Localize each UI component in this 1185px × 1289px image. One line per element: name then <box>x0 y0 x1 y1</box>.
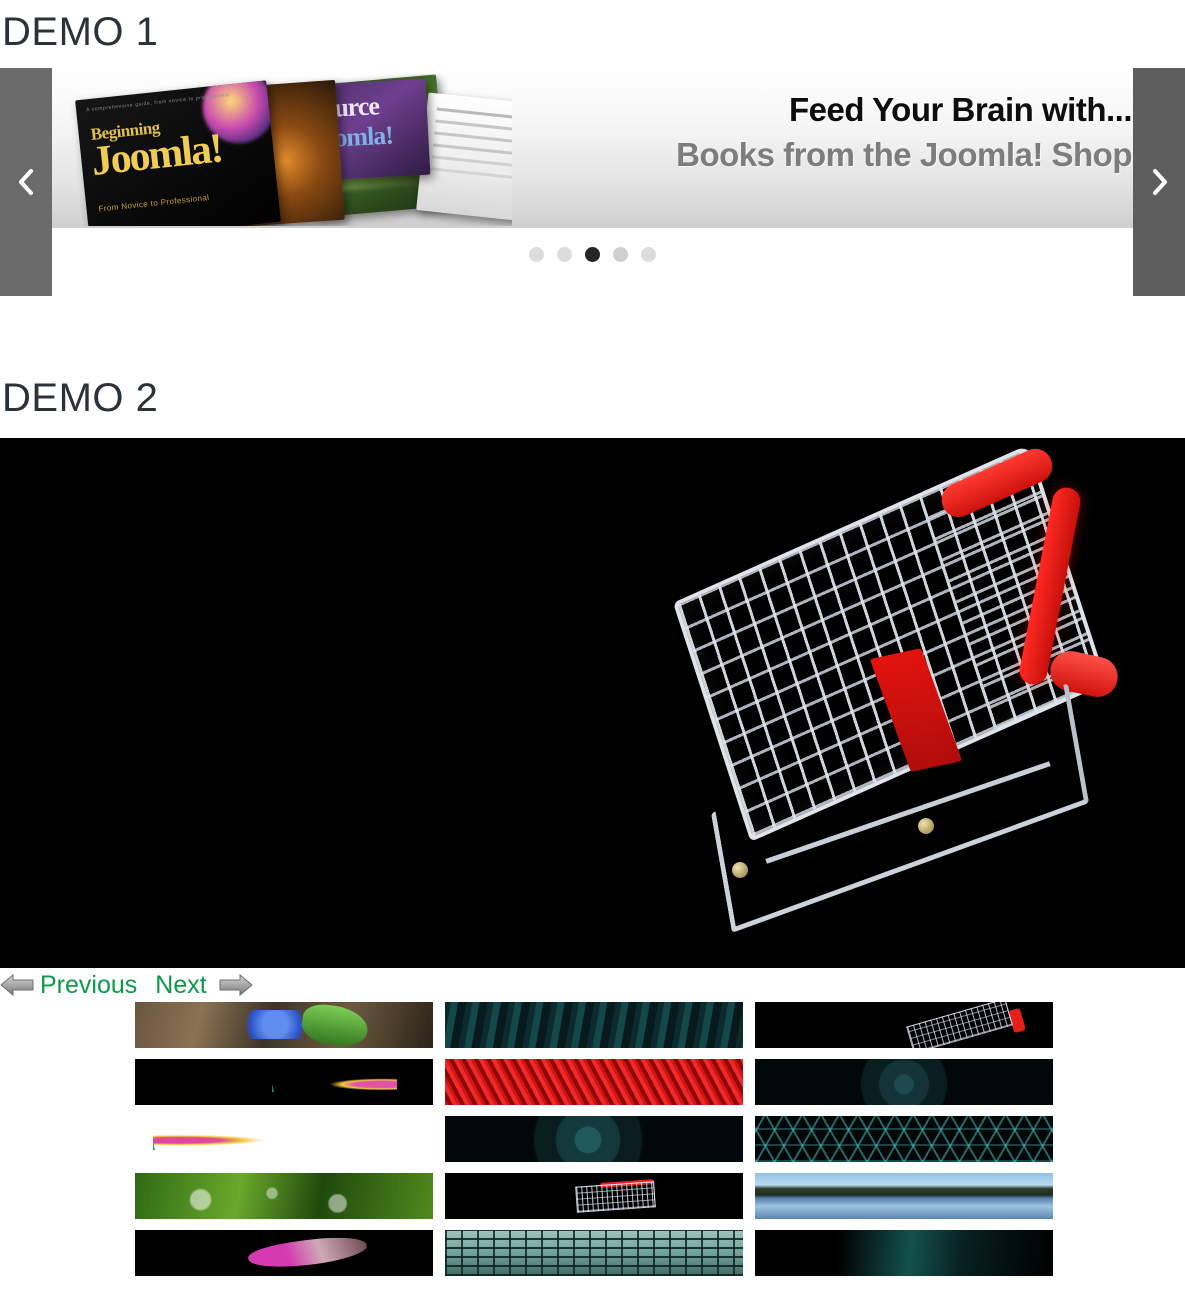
book-subtitle: From Novice to Professional <box>98 192 210 214</box>
previous-link[interactable]: Previous <box>40 972 137 998</box>
gallery-main-image[interactable] <box>0 438 1185 968</box>
carousel-pagination <box>0 247 1185 262</box>
book-manual-pages <box>416 92 512 222</box>
carousel-dot-3[interactable] <box>585 247 600 262</box>
thumbnail-hud-circles-dark[interactable] <box>755 1059 1053 1105</box>
cart-wheel-rear <box>918 818 934 834</box>
thumbnail-flower-line-art[interactable] <box>135 1059 433 1105</box>
book-beginning-joomla: A comprehensive guide, from novice to pr… <box>75 80 281 226</box>
page-title-demo1: DEMO 1 <box>2 10 159 54</box>
thumbnail-hud-circles-teal[interactable] <box>445 1116 743 1162</box>
chevron-right-icon <box>1149 166 1169 198</box>
banner-headline: Feed Your Brain with... <box>789 91 1133 128</box>
next-link[interactable]: Next <box>155 972 206 998</box>
chevron-left-icon <box>16 166 36 198</box>
carousel-dot-5[interactable] <box>641 247 656 262</box>
thumbnail-blue-flower-leaves[interactable] <box>135 1002 433 1048</box>
thumbnail-red-grass[interactable] <box>445 1059 743 1105</box>
thumbnail-pink-spike-flower[interactable] <box>135 1230 433 1276</box>
thumbnail-honeycomb-mesh[interactable] <box>755 1116 1053 1162</box>
gallery-nav-controls: Previous Next <box>0 968 253 1002</box>
page-title-demo2: DEMO 2 <box>2 376 159 420</box>
thumbnail-flower-white-bg[interactable] <box>135 1116 433 1162</box>
flower-petal-shape <box>236 1010 314 1039</box>
banner-books-artwork: Source Joomla! A comprehensive guide, fr… <box>52 74 512 226</box>
carousel-dot-2[interactable] <box>557 247 572 262</box>
arrow-right-icon[interactable] <box>219 972 253 998</box>
thumbnail-green-grid-floor[interactable] <box>445 1230 743 1276</box>
cart-wheel-front <box>732 862 748 878</box>
arrow-left-icon[interactable] <box>0 972 34 998</box>
shopping-cart-photo <box>640 443 1185 933</box>
carousel-stage: Source Joomla! A comprehensive guide, fr… <box>0 68 1185 228</box>
banner-subheadline: Books from the Joomla! Shop <box>676 136 1132 173</box>
page-root: DEMO 1 Source Joomla! A comprehensive gu… <box>0 0 1185 1289</box>
cart-red-accent <box>1008 1008 1027 1034</box>
thumbnail-shopping-cart-red[interactable] <box>445 1173 743 1219</box>
thumbnail-shopping-cart-dark[interactable] <box>755 1002 1053 1048</box>
gallery-thumbnail-grid <box>135 1002 1053 1276</box>
thumbnail-teal-streak-dark[interactable] <box>755 1230 1053 1276</box>
cart-red-handle <box>599 1179 654 1188</box>
carousel-dot-1[interactable] <box>529 247 544 262</box>
carousel-slide-joomla-books[interactable]: Source Joomla! A comprehensive guide, fr… <box>52 68 1133 228</box>
thumbnail-lake-forest[interactable] <box>755 1173 1053 1219</box>
thumbnail-teal-blades[interactable] <box>445 1002 743 1048</box>
banner-copy: Feed Your Brain with... Books from the J… <box>552 88 1132 178</box>
thumbnail-dewy-grass[interactable] <box>135 1173 433 1219</box>
carousel-dot-4[interactable] <box>613 247 628 262</box>
